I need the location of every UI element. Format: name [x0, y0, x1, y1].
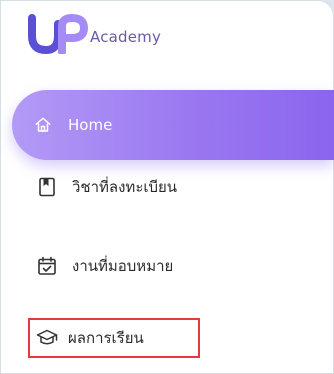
- graduation-cap-icon: [36, 327, 58, 349]
- sidebar-item-label: Home: [68, 116, 113, 134]
- sidebar-item-assignments[interactable]: งานที่มอบหมาย: [36, 249, 173, 283]
- sidebar-item-label: งานที่มอบหมาย: [72, 257, 174, 275]
- logo-mark-icon: [28, 14, 88, 54]
- sidebar-item-home[interactable]: Home: [12, 90, 334, 160]
- book-icon: [36, 176, 58, 198]
- calendar-icon: [36, 255, 58, 277]
- sidebar-item-label: ผลการเรียน: [68, 329, 144, 347]
- sidebar-panel: Academy Home วิชาที่ลงทะเบียน งานที่มอบห…: [0, 0, 334, 374]
- sidebar-item-label: วิชาที่ลงทะเบียน: [72, 178, 178, 196]
- brand-logo[interactable]: Academy: [28, 14, 161, 54]
- brand-name: Academy: [90, 28, 162, 46]
- sidebar-item-registered-courses[interactable]: วิชาที่ลงทะเบียน: [36, 170, 177, 204]
- home-icon: [32, 114, 54, 136]
- sidebar-item-grades[interactable]: ผลการเรียน: [28, 318, 200, 358]
